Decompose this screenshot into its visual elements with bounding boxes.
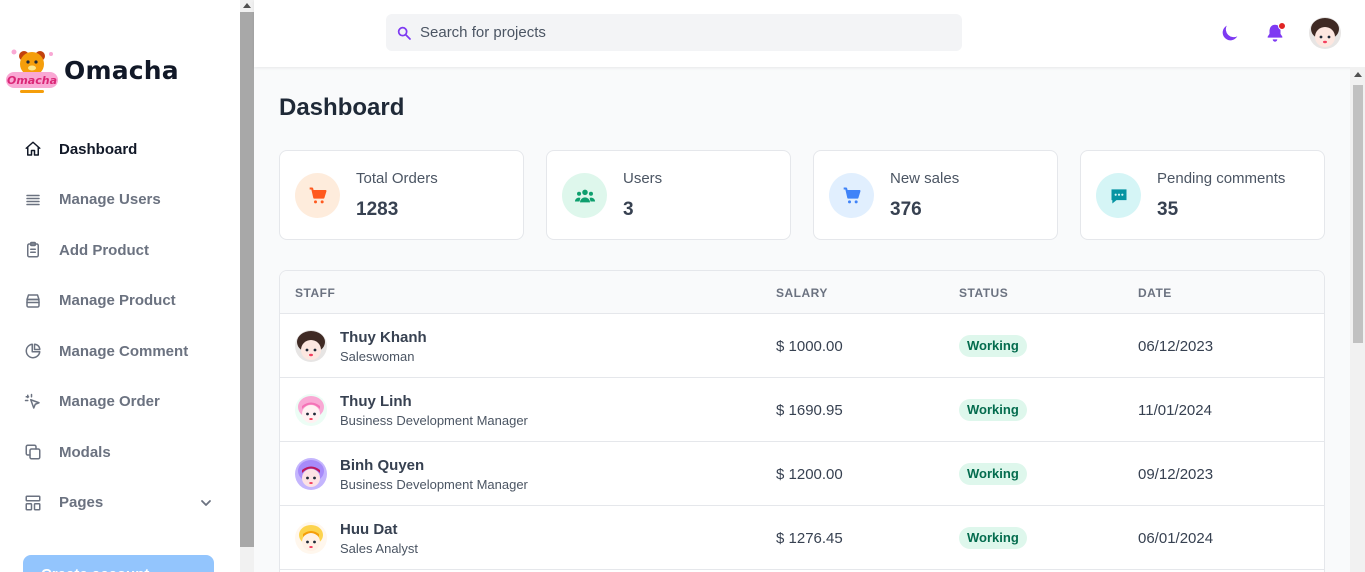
staff-name: Thuy Khanh [340,329,427,346]
staff-role: Business Development Manager [340,413,528,428]
status-badge: Working [959,463,1027,485]
column-header-status: STATUS [959,286,1009,300]
table-row[interactable]: Thuy Linh Business Development Manager $… [280,378,1324,442]
create-account-button[interactable]: Create account [23,555,214,572]
sidebar-item-add-product[interactable]: Add Product [0,225,240,276]
copy-icon [24,443,42,461]
status-badge: Working [959,335,1027,357]
sidebar-scrollbar[interactable] [240,0,254,572]
sidebar: Omacha Omacha Dashboard Manage Users Add… [0,0,240,572]
sidebar-item-label: Manage Comment [59,342,189,360]
staff-name: Thuy Linh [340,393,412,410]
users-icon [562,173,607,218]
brand-logo: Omacha [6,49,58,93]
staff-name: Binh Quyen [340,457,425,474]
staff-salary: $ 1000.00 [776,338,843,355]
staff-table: STAFF SALARY STATUS DATE Thuy Khanh Sale… [279,270,1325,572]
sidebar-item-label: Manage Product [59,292,176,310]
search-input[interactable] [420,24,940,41]
stat-label: Users [623,170,663,187]
staff-date: 06/01/2024 [1138,530,1214,547]
layout-icon [24,494,42,512]
sidebar-item-label: Pages [59,494,104,512]
staff-date: 11/01/2024 [1138,402,1212,419]
sidebar-item-pages[interactable]: Pages [0,478,240,529]
stat-value: 376 [890,199,922,220]
sidebar-item-label: Manage Users [59,191,161,209]
clipboard-icon [24,241,42,259]
notifications-button[interactable] [1264,22,1286,44]
stat-value: 3 [623,199,634,220]
table-header: STAFF SALARY STATUS DATE [280,271,1324,314]
stat-label: Pending comments [1157,170,1286,187]
scrollbar-thumb[interactable] [1353,85,1363,343]
cart-icon [829,173,874,218]
scroll-up-arrow-icon[interactable] [1354,72,1362,77]
brand[interactable]: Omacha Omacha [4,42,179,98]
stat-label: New sales [890,170,960,187]
top-header [254,0,1365,67]
home-icon [24,140,42,158]
staff-salary: $ 1276.45 [776,530,843,547]
stat-value: 1283 [356,199,399,220]
scrollbar-thumb[interactable] [240,12,254,547]
table-row[interactable]: Thuy Khanh Saleswoman $ 1000.00 Working … [280,314,1324,378]
staff-salary: $ 1690.95 [776,402,843,419]
status-badge: Working [959,399,1027,421]
avatar [295,458,327,490]
brand-name: Omacha [64,55,179,85]
column-header-date: DATE [1138,286,1172,300]
staff-role: Business Development Manager [340,477,528,492]
staff-date: 09/12/2023 [1138,466,1214,483]
stat-card-total-orders: Total Orders 1283 [279,150,524,240]
table-row[interactable]: Huu Dat Sales Analyst $ 1276.45 Working … [280,506,1324,570]
moon-icon[interactable] [1219,22,1241,44]
chat-icon [1096,173,1141,218]
box-icon [24,292,42,310]
sidebar-item-label: Modals [59,443,111,461]
avatar-image [1309,17,1341,49]
search-bar[interactable] [386,14,962,51]
stat-card-new-sales: New sales 376 [813,150,1058,240]
sidebar-item-label: Manage Order [59,393,160,411]
column-header-staff: STAFF [295,286,336,300]
cursor-click-icon [24,393,42,411]
scroll-up-arrow-icon[interactable] [243,3,251,8]
sidebar-item-label: Add Product [59,241,149,259]
sidebar-item-label: Dashboard [59,140,138,158]
chevron-down-icon[interactable] [200,497,212,509]
user-avatar[interactable] [1309,17,1341,49]
staff-name: Huu Dat [340,521,398,538]
sidebar-item-manage-product[interactable]: Manage Product [0,276,240,327]
sidebar-nav: Dashboard Manage Users Add Product Manag… [0,124,240,528]
sidebar-item-modals[interactable]: Modals [0,427,240,478]
staff-role: Saleswoman [340,349,415,364]
column-header-salary: SALARY [776,286,828,300]
page-title: Dashboard [279,94,405,121]
svg-text:Omacha: Omacha [7,74,57,87]
avatar [295,330,327,362]
staff-salary: $ 1200.00 [776,466,843,483]
stat-card-pending-comments: Pending comments 35 [1080,150,1325,240]
pie-chart-icon [24,342,42,360]
staff-role: Sales Analyst [340,541,419,556]
stat-card-users: Users 3 [546,150,791,240]
table-row[interactable]: Binh Quyen Business Development Manager … [280,442,1324,506]
search-icon [397,26,411,40]
sidebar-item-manage-users[interactable]: Manage Users [0,175,240,226]
sidebar-item-manage-order[interactable]: Manage Order [0,377,240,428]
notification-dot [1278,22,1286,30]
status-badge: Working [959,527,1027,549]
cart-icon [295,173,340,218]
sidebar-item-manage-comment[interactable]: Manage Comment [0,326,240,377]
avatar [295,522,327,554]
stat-value: 35 [1157,199,1179,220]
sidebar-item-dashboard[interactable]: Dashboard [0,124,240,175]
avatar [295,394,327,426]
main-scrollbar[interactable] [1350,67,1365,572]
staff-date: 06/12/2023 [1138,338,1214,355]
list-icon [24,191,42,209]
stat-label: Total Orders [356,170,438,187]
